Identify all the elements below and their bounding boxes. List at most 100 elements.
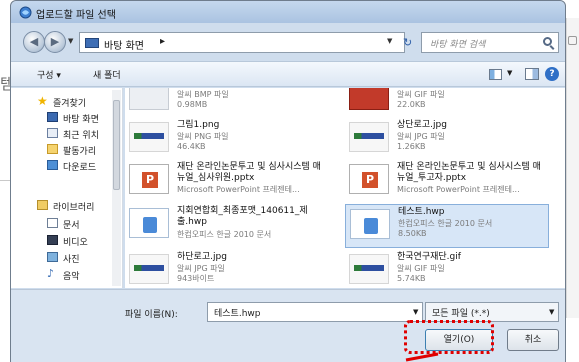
folder-icon xyxy=(47,144,58,154)
view-options-dropdown-icon[interactable]: ▼ xyxy=(507,69,512,77)
sidebar-item-label: 바탕 화면 xyxy=(63,115,99,125)
file-thumbnail xyxy=(349,254,389,284)
address-location[interactable]: 바탕 화면 xyxy=(104,37,144,52)
file-name: 테스트.hwp xyxy=(398,207,445,217)
file-type: Microsoft PowerPoint 프레젠테... xyxy=(177,185,300,194)
file-type: 알씨 JPG 파일 xyxy=(397,132,445,141)
documents-icon xyxy=(47,218,58,228)
preview-pane-icon[interactable] xyxy=(525,68,539,80)
file-name: 재단 온라인논문투고 및 심사시스템 매뉴얼_심사위원.pptx xyxy=(177,162,321,183)
videos-icon xyxy=(47,235,58,245)
address-bar[interactable]: 바탕 화면 ▸ xyxy=(79,32,405,53)
organize-button[interactable]: 구성 ▾ xyxy=(37,68,61,81)
search-placeholder: 바탕 화면 검색 xyxy=(430,40,486,50)
star-icon: ★ xyxy=(37,94,48,108)
sidebar-item-label: 다운로드 xyxy=(63,163,97,173)
file-size: 943바이트 xyxy=(177,274,215,283)
open-button-highlight xyxy=(404,320,494,354)
filename-label: 파일 이름(N): xyxy=(125,310,178,320)
desktop-icon xyxy=(85,38,99,48)
file-type: 알씨 GIF 파일 xyxy=(397,90,445,99)
address-dropdown-icon[interactable]: ▼ xyxy=(387,37,392,45)
file-type: 한컴오피스 한글 2010 문서 xyxy=(177,230,272,239)
file-item[interactable]: 하단로고.jpg 알씨 JPG 파일 943바이트 xyxy=(125,250,329,288)
file-type-dropdown-icon[interactable]: ▼ xyxy=(549,308,554,316)
file-thumbnail xyxy=(349,122,389,152)
sidebar-item-label: 팔동가리 xyxy=(63,147,97,157)
file-name: 지회연합회_최종포맷_140611_제출.hwp xyxy=(177,206,308,227)
file-type: 알씨 BMP 파일 xyxy=(177,90,229,99)
file-item[interactable]: 그림1.png 알씨 PNG 파일 46.4KB xyxy=(125,118,329,158)
file-thumbnail xyxy=(350,209,390,239)
file-thumbnail xyxy=(129,88,169,110)
file-open-dialog: 업로드할 파일 선택 ◀ ▶ ▼ 바탕 화면 ▸ ▼ ↻ 바탕 화면 검색 구성… xyxy=(10,0,566,362)
file-item-selected[interactable]: 테스트.hwp 한컴오피스 한글 2010 문서 8.50KB xyxy=(345,204,549,248)
sidebar-group-label: 라이브러리 xyxy=(53,203,95,213)
file-item[interactable]: 재단 온라인논문투고 및 심사시스템 매뉴얼_심사위원.pptx Microso… xyxy=(125,160,329,202)
file-item[interactable]: 알씨 BMP 파일 0.98MB xyxy=(125,88,329,116)
file-size: 46.4KB xyxy=(177,142,206,151)
libraries-icon xyxy=(37,200,48,210)
file-type-select[interactable]: 모든 파일 (*.*) xyxy=(425,302,559,322)
file-size: 1.26KB xyxy=(397,142,426,151)
file-item[interactable]: 한국연구재단.gif 알씨 GIF 파일 5.74KB xyxy=(345,250,549,288)
address-row: ◀ ▶ ▼ 바탕 화면 ▸ ▼ ↻ 바탕 화면 검색 xyxy=(11,25,565,59)
sidebar-item-recent-places[interactable]: 최근 위치 xyxy=(11,126,122,142)
sidebar-item-videos[interactable]: 비디오 xyxy=(11,233,122,249)
refresh-icon[interactable]: ↻ xyxy=(403,36,412,49)
sidebar-item-label: 최근 위치 xyxy=(63,131,99,141)
sidebar-group-label: 즐겨찾기 xyxy=(53,99,87,109)
sidebar-item-label: 사진 xyxy=(63,255,80,265)
file-thumbnail xyxy=(129,208,169,238)
red-arrow-annotation xyxy=(405,352,439,362)
change-view-icon[interactable] xyxy=(489,69,502,80)
downloads-icon xyxy=(47,160,58,170)
sidebar-group-libraries[interactable]: 라이브러리 xyxy=(11,198,122,214)
file-size: 5.74KB xyxy=(397,274,426,283)
file-item[interactable]: 지회연합회_최종포맷_140611_제출.hwp 한컴오피스 한글 2010 문… xyxy=(125,204,329,248)
file-name: 한국연구재단.gif xyxy=(397,252,461,262)
file-item[interactable]: 알씨 GIF 파일 22.0KB xyxy=(345,88,549,116)
scrollbar-thumb[interactable] xyxy=(113,100,120,190)
sidebar-item-music[interactable]: ♪ 음악 xyxy=(11,267,122,283)
file-thumbnail xyxy=(129,164,169,194)
search-icon[interactable] xyxy=(543,37,552,46)
help-icon[interactable]: ? xyxy=(545,67,559,81)
sidebar-item-desktop[interactable]: 바탕 화면 xyxy=(11,110,122,126)
desktop-icon xyxy=(47,112,58,122)
pictures-icon xyxy=(47,252,58,262)
title-bar[interactable]: 업로드할 파일 선택 xyxy=(11,1,565,23)
forward-button[interactable]: ▶ xyxy=(44,31,66,53)
toolbar: 구성 ▾ 새 폴더 ▼ ? xyxy=(11,61,565,87)
back-button[interactable]: ◀ xyxy=(23,31,45,53)
sidebar-item-pictures[interactable]: 사진 xyxy=(11,250,122,266)
file-thumbnail xyxy=(349,88,389,110)
filename-dropdown-icon[interactable]: ▼ xyxy=(413,308,418,316)
cancel-button[interactable]: 취소 xyxy=(507,329,559,351)
sidebar-item-label: 문서 xyxy=(63,221,80,231)
file-thumbnail xyxy=(129,122,169,152)
recent-locations-dropdown-icon[interactable]: ▼ xyxy=(68,37,73,45)
file-item[interactable]: 상단로고.jpg 알씨 JPG 파일 1.26KB xyxy=(345,118,549,158)
search-input[interactable]: 바탕 화면 검색 xyxy=(421,32,559,53)
file-type: 알씨 GIF 파일 xyxy=(397,264,445,273)
sidebar-item-downloads[interactable]: 다운로드 xyxy=(11,158,122,174)
file-size: 0.98MB xyxy=(177,100,208,109)
file-thumbnail xyxy=(129,254,169,284)
file-list: 알씨 BMP 파일 0.98MB 알씨 GIF 파일 22.0KB 그림1.pn… xyxy=(125,88,565,288)
sidebar-item-folder[interactable]: 팔동가리 xyxy=(11,142,122,158)
sidebar-group-favorites[interactable]: ★ 즐겨찾기 xyxy=(11,94,122,110)
filename-input[interactable]: 테스트.hwp xyxy=(207,302,423,322)
breadcrumb-chevron-icon[interactable]: ▸ xyxy=(160,36,165,47)
navigation-pane: ★ 즐겨찾기 바탕 화면 최근 위치 팔동가리 다운로드 라이브러리 문서 비디… xyxy=(11,88,123,288)
file-type: Microsoft PowerPoint 프레젠테... xyxy=(397,185,520,194)
file-type: 알씨 JPG 파일 xyxy=(177,264,225,273)
file-item[interactable]: 재단 온라인논문투고 및 심사시스템 매뉴얼_투고자.pptx Microsof… xyxy=(345,160,549,202)
file-name: 그림1.png xyxy=(177,120,220,130)
file-type: 한컴오피스 한글 2010 문서 xyxy=(398,219,493,228)
app-icon xyxy=(19,6,32,19)
sidebar-item-documents[interactable]: 문서 xyxy=(11,216,122,232)
recent-places-icon xyxy=(47,128,58,138)
new-folder-button[interactable]: 새 폴더 xyxy=(93,68,121,81)
file-name: 하단로고.jpg xyxy=(177,252,227,262)
